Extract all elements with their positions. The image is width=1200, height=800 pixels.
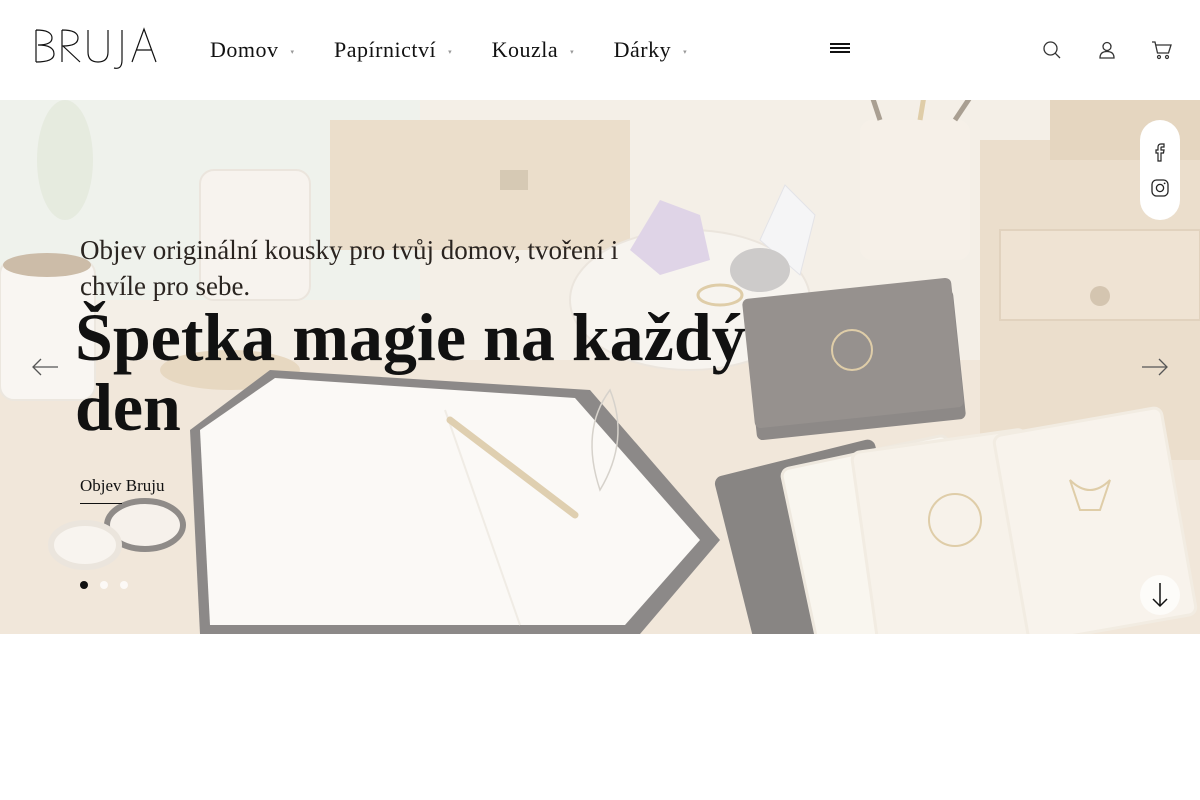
main-nav: Domov ▾ Papírnictví ▾ Kouzla ▾ Dárky ▾ [210, 0, 727, 100]
slider-dot-3[interactable] [120, 581, 128, 589]
user-icon[interactable] [1095, 38, 1119, 62]
brand-logo[interactable] [32, 26, 160, 72]
social-links [1140, 120, 1180, 220]
site-header: Domov ▾ Papírnictví ▾ Kouzla ▾ Dárky ▾ [0, 0, 1200, 100]
slider-dot-2[interactable] [100, 581, 108, 589]
menu-line [830, 51, 850, 53]
chevron-down-icon: ▾ [448, 47, 452, 56]
hero-title: Špetka magie na každý den [75, 299, 746, 445]
hero-slider: Objev originální kousky pro tvůj domov, … [0, 100, 1200, 634]
nav-item-darky[interactable]: Dárky ▾ [614, 37, 687, 63]
arrow-down-icon[interactable] [1140, 575, 1180, 615]
header-actions [1009, 38, 1174, 62]
chevron-down-icon: ▾ [290, 47, 295, 56]
search-icon[interactable] [1040, 38, 1064, 62]
hamburger-menu-icon[interactable] [830, 43, 850, 57]
instagram-icon[interactable] [1149, 177, 1171, 199]
nav-item-label: Kouzla [491, 37, 559, 62]
hero-subtitle: Objev originální kousky pro tvůj domov, … [80, 235, 619, 301]
arrow-right-icon[interactable] [1140, 355, 1170, 379]
nav-item-label: Domov [210, 37, 279, 62]
nav-item-kouzla[interactable]: Kouzla ▾ [492, 37, 574, 63]
menu-line [830, 43, 850, 45]
facebook-icon[interactable] [1149, 141, 1171, 163]
cart-icon[interactable] [1150, 38, 1174, 62]
slider-dot-1[interactable] [80, 581, 88, 589]
arrow-left-icon[interactable] [30, 355, 60, 379]
chevron-down-icon: ▾ [570, 47, 574, 56]
nav-item-label: Dárky [613, 37, 672, 62]
cta-underline [80, 503, 122, 504]
chevron-down-icon: ▾ [683, 47, 687, 56]
menu-line [830, 47, 850, 49]
bruja-logo-mark [35, 27, 157, 69]
nav-item-label: Papírnictví [334, 37, 437, 62]
nav-item-domov[interactable]: Domov ▾ [210, 37, 294, 63]
nav-item-papirnictvi[interactable]: Papírnictví ▾ [334, 37, 452, 63]
hero-cta-link[interactable]: Objev Bruju [80, 476, 165, 496]
slider-dots [80, 581, 140, 589]
